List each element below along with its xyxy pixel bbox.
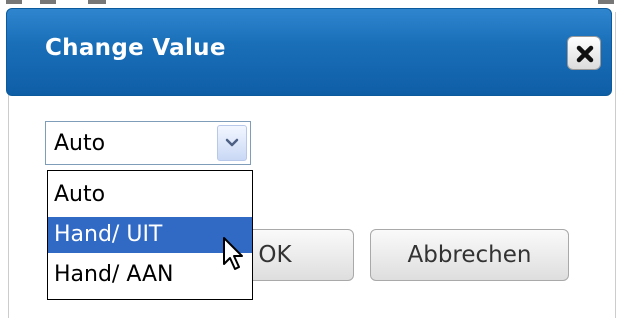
close-x-icon [576,45,594,63]
chevron-down-icon [225,138,239,147]
option-auto[interactable]: Auto [48,177,252,213]
value-select[interactable]: Auto [45,121,251,165]
cancel-button[interactable]: Abbrechen [370,229,569,281]
close-button[interactable] [567,36,601,70]
mouse-cursor-icon [222,236,246,276]
dropdown-arrow-button[interactable] [217,125,247,161]
dialog-title: Change Value [45,35,226,61]
dialog-titlebar: Change Value [6,8,612,96]
page: Change Value Auto OK Abbrechen Auto Hand… [0,0,617,318]
select-options-list: Auto Hand/ UIT Hand/ AAN [47,170,253,300]
select-current-value: Auto [54,131,106,156]
